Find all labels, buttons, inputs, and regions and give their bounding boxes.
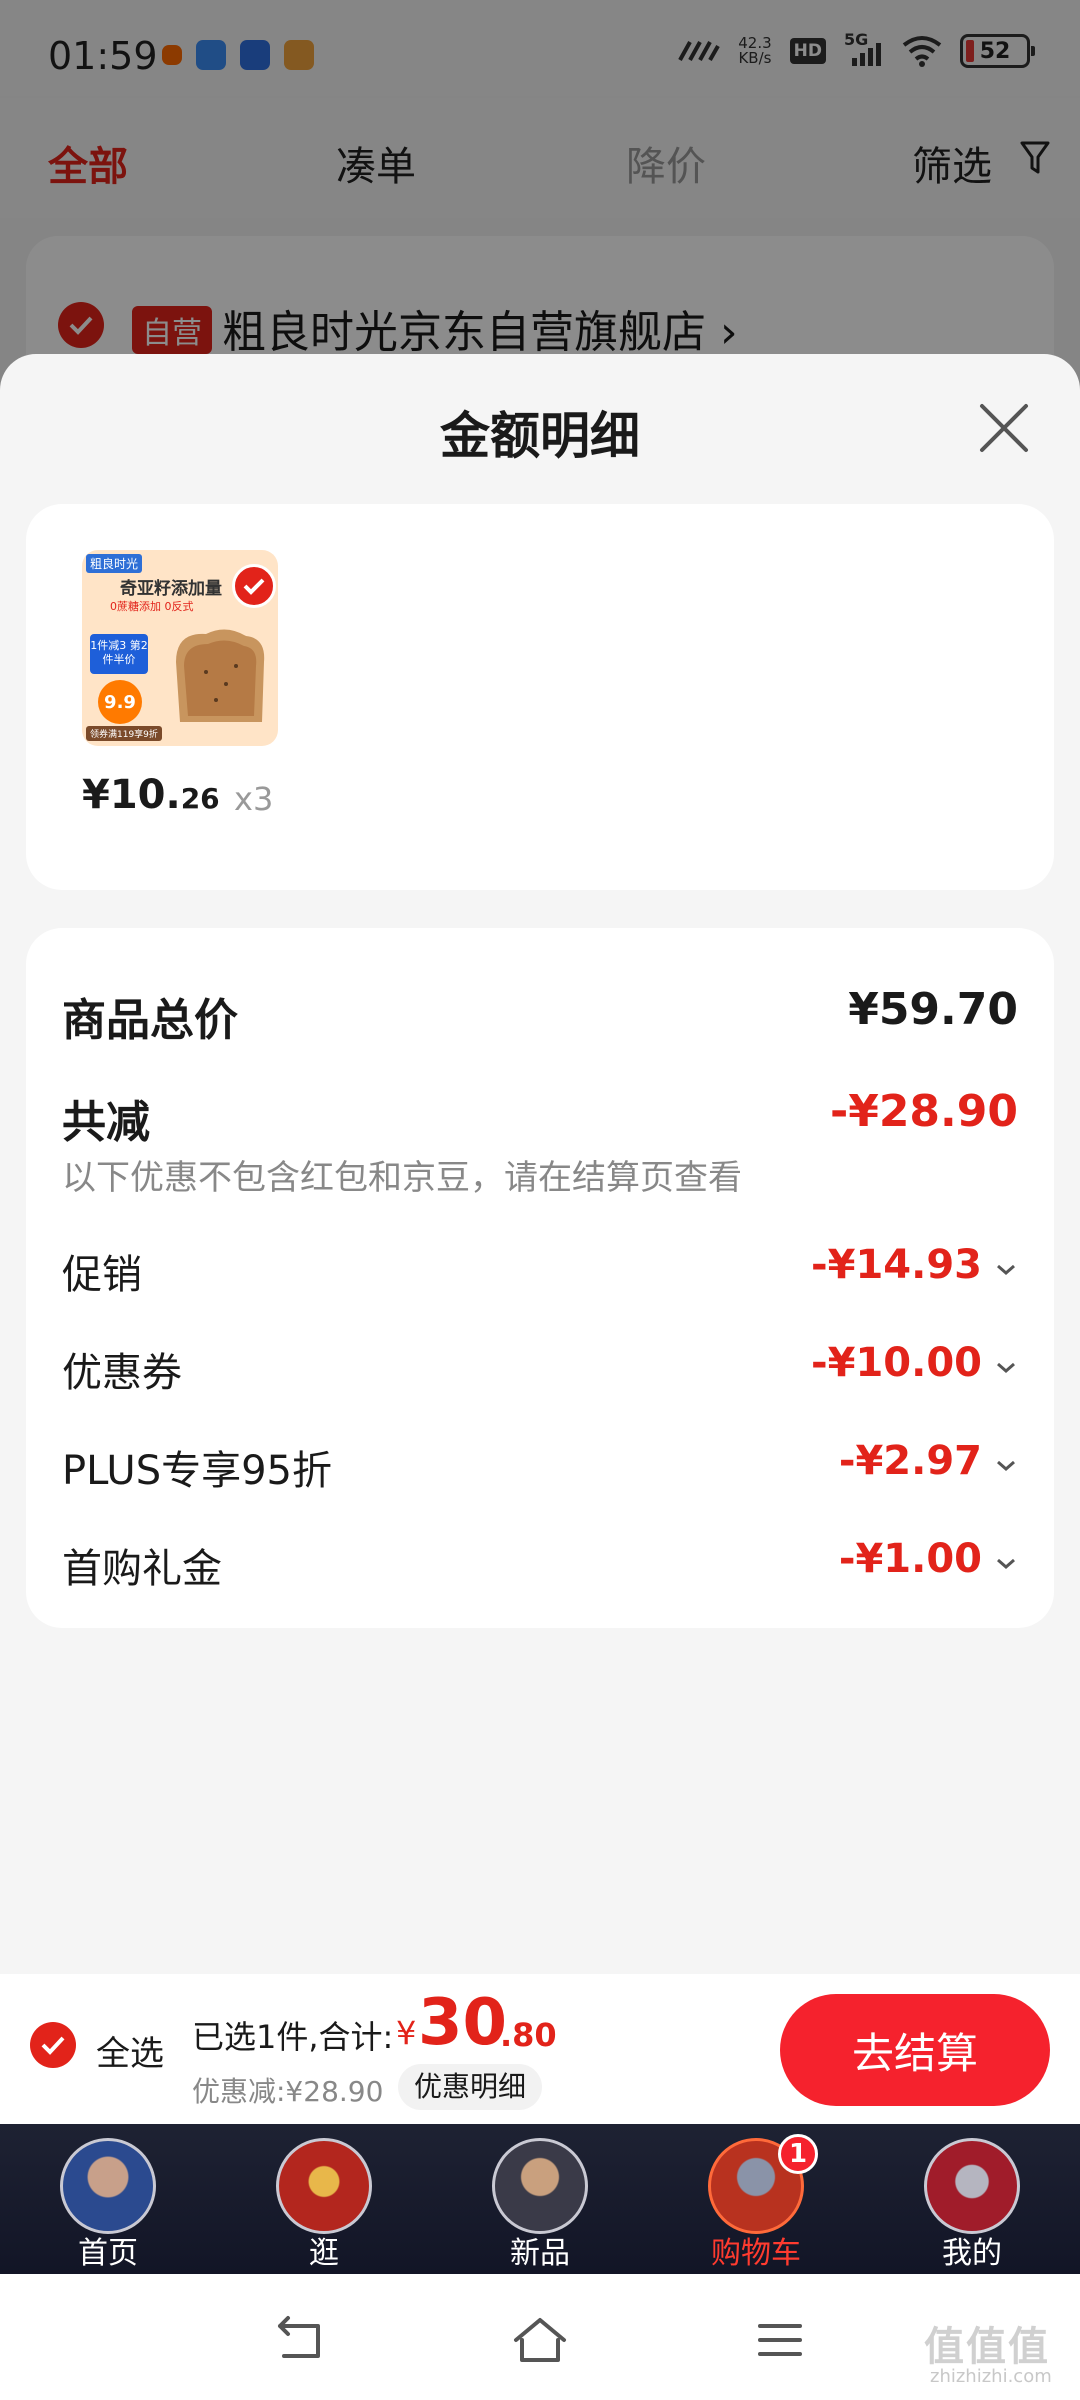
coupon-label: 优惠券 [62,1350,182,1396]
product-price: ¥10.26 [82,772,220,818]
total-reduce-value: -¥28.90 [829,1086,1018,1137]
row-promotion[interactable]: 促销 -¥14.93 [62,1242,1018,1302]
tab-mine[interactable]: 我的 [902,2124,1042,2274]
tab-home-label: 首页 [78,2236,138,2271]
bottom-tabbar: 首页 逛 新品 1 购物车 我的 [0,2124,1080,2274]
total-reduce-label: 共减 [62,1097,150,1148]
coupon-value: -¥10.00 [811,1340,982,1386]
tab-cart-label: 购物车 [711,2236,801,2271]
tab-browse-label: 逛 [309,2236,339,2271]
plus-discount-label: PLUS专享95折 [62,1448,332,1494]
image-brand-text: 粗良时光 [86,554,143,573]
sheet-title: 金额明细 [440,407,640,465]
home-icon [60,2138,156,2234]
system-navigation-bar: 值值值 zhizhizhi.com [0,2274,1080,2400]
tab-browse[interactable]: 逛 [254,2124,394,2274]
image-bottom-text: 领券满119享9折 [86,726,162,741]
discount-detail-button[interactable]: 优惠明细 [398,2064,543,2110]
image-promo-text: 1件减3 第2件半价 [90,634,148,674]
checkout-button[interactable]: 去结算 [780,1994,1050,2106]
chevron-down-icon[interactable] [994,1454,1018,1478]
total-amount-integer: 30 [418,1986,508,2060]
image-headline-text: 奇亚籽添加量 [120,579,222,599]
product-card: 粗良时光 奇亚籽添加量 0蔗糖添加 0反式 1件减3 第2件半价 9.9 领券满… [26,504,1054,890]
row-first-purchase[interactable]: 首购礼金 -¥1.00 [62,1536,1018,1596]
cart-badge: 1 [778,2134,818,2174]
menu-icon[interactable] [750,2310,810,2370]
tab-mine-label: 我的 [942,2236,1002,2271]
product-checkbox[interactable] [232,564,276,608]
selected-count-text: 已选1件,合计: [192,2018,394,2056]
plus-discount-value: -¥2.97 [838,1438,982,1484]
first-purchase-value: -¥1.00 [838,1536,982,1582]
first-purchase-label: 首购礼金 [62,1546,222,1592]
promotion-label: 促销 [62,1252,142,1298]
total-amount-decimal: .80 [500,2016,557,2054]
watermark-url: zhizhizhi.com [930,2366,1052,2387]
select-all-label[interactable]: 全选 [96,2026,164,2075]
close-icon[interactable] [976,400,1032,456]
row-total-reduce: 共减 -¥28.90 [62,1086,1018,1148]
row-total-price: 商品总价 ¥59.70 [62,984,1018,1046]
image-tags-text: 0蔗糖添加 0反式 [110,600,194,613]
new-icon [492,2138,588,2234]
amount-breakdown-card: 商品总价 ¥59.70 共减 -¥28.90 以下优惠不包含红包和京豆，请在结算… [26,928,1054,1628]
tab-new-label: 新品 [510,2236,570,2271]
home-nav-icon[interactable] [510,2310,570,2370]
tab-home[interactable]: 首页 [38,2124,178,2274]
discount-summary: 优惠减:¥28.90 [192,2075,384,2108]
amount-detail-sheet: 金额明细 粗良时光 奇亚籽添加量 0蔗糖添加 0反式 1件减3 第2件半价 9.… [0,354,1080,1974]
image-price-badge: 9.9 [98,680,142,724]
browse-icon [276,2138,372,2234]
row-plus-discount[interactable]: PLUS专享95折 -¥2.97 [62,1438,1018,1498]
total-currency: ¥ [396,2014,417,2052]
total-price-label: 商品总价 [62,995,238,1046]
bread-image [176,629,265,722]
total-price-value: ¥59.70 [848,984,1018,1035]
row-coupon[interactable]: 优惠券 -¥10.00 [62,1340,1018,1400]
select-all-checkbox[interactable] [30,2022,76,2068]
promotion-value: -¥14.93 [811,1242,982,1288]
checkout-bar: 全选 已选1件,合计: ¥ 30 .80 优惠减:¥28.90 优惠明细 去结算 [0,1974,1080,2124]
chevron-down-icon[interactable] [994,1356,1018,1380]
tab-new[interactable]: 新品 [470,2124,610,2274]
back-icon[interactable] [270,2310,330,2370]
reduce-note: 以下优惠不包含红包和京豆，请在结算页查看 [62,1158,742,1198]
mine-icon [924,2138,1020,2234]
product-quantity: x3 [234,780,274,818]
chevron-down-icon[interactable] [994,1552,1018,1576]
chevron-down-icon[interactable] [994,1258,1018,1282]
watermark: 值值值 [924,2324,1050,2370]
product-image[interactable]: 粗良时光 奇亚籽添加量 0蔗糖添加 0反式 1件减3 第2件半价 9.9 领券满… [82,550,278,746]
tab-cart[interactable]: 1 购物车 [686,2124,826,2274]
